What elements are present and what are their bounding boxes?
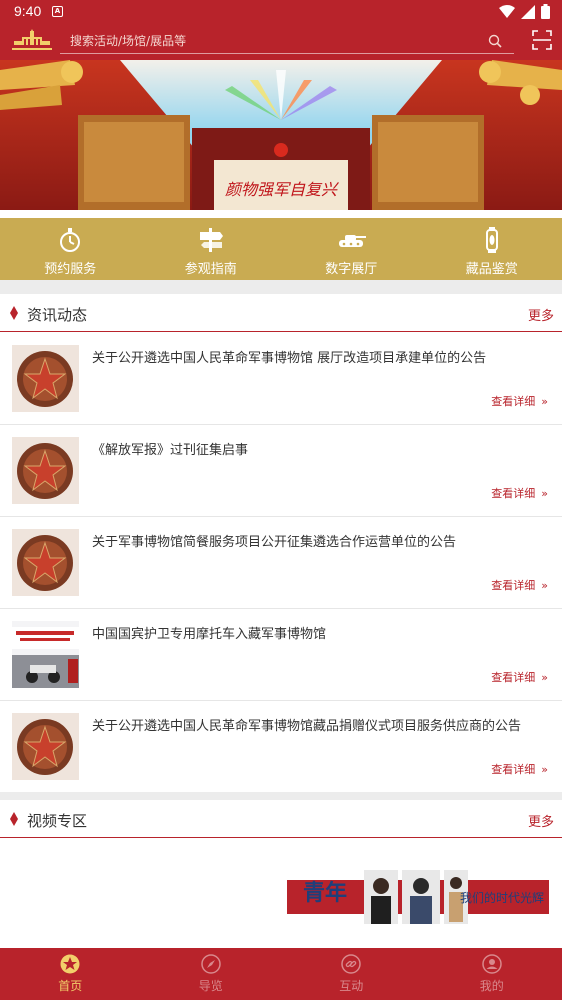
- news-thumbnail: [12, 621, 79, 688]
- news-title: 关于公开遴选中国人民革命军事博物馆藏品捐赠仪式项目服务供应商的公告: [92, 719, 522, 734]
- news-detail-label: 查看详细: [491, 671, 536, 684]
- chevron-right-icon: »: [541, 579, 548, 592]
- video-right-text: 我们的时代光辉: [460, 890, 544, 905]
- tab-guide[interactable]: 导览: [141, 948, 282, 1000]
- news-detail-label: 查看详细: [491, 763, 536, 776]
- video-area: 青年 我们的时代光辉: [0, 838, 562, 948]
- star-icon: [60, 954, 80, 974]
- news-item[interactable]: 《解放军报》过刊征集启事 查看详细 »: [0, 425, 562, 517]
- news-item[interactable]: 关于公开遴选中国人民革命军事博物馆藏品捐赠仪式项目服务供应商的公告 查看详细 »: [0, 701, 562, 793]
- chevron-right-icon: »: [541, 671, 548, 684]
- quick-nav-label: 预约服务: [44, 262, 97, 277]
- chevron-right-icon: »: [541, 487, 548, 500]
- news-thumbnail: [12, 529, 79, 596]
- news-detail-link[interactable]: 查看详细 »: [491, 577, 548, 593]
- signpost-icon: [199, 228, 223, 252]
- search-icon[interactable]: [488, 34, 502, 48]
- news-detail-link[interactable]: 查看详细 »: [491, 485, 548, 501]
- news-detail-label: 查看详细: [491, 487, 536, 500]
- stopwatch-icon: [60, 228, 81, 252]
- user-icon: [482, 954, 502, 974]
- quick-nav-reservation[interactable]: 预约服务: [0, 218, 141, 280]
- chevron-right-icon: »: [541, 395, 548, 408]
- wifi-icon: [499, 4, 515, 18]
- video-more-link[interactable]: 更多: [528, 811, 554, 830]
- divider: [0, 331, 562, 332]
- tab-interact[interactable]: 互动: [281, 948, 422, 1000]
- army-emblem-icon: [12, 437, 79, 504]
- diamond-icon: [10, 306, 18, 320]
- video-left-text: 青年: [303, 880, 347, 906]
- status-bar: 9:40 A: [0, 0, 562, 24]
- news-title: 《解放军报》过刊征集启事: [92, 443, 249, 458]
- news-detail-link[interactable]: 查看详细 »: [491, 761, 548, 777]
- video-thumbnail[interactable]: 青年 我们的时代光辉: [287, 868, 549, 926]
- quick-nav: 预约服务 参观指南 数字展厅 藏品鉴赏: [0, 218, 562, 280]
- tab-label: 我的: [479, 979, 504, 993]
- news-list: 关于公开遴选中国人民革命军事博物馆 展厅改造项目承建单位的公告 查看详细 » 《解…: [0, 333, 562, 793]
- app-header: [0, 24, 562, 60]
- news-detail-label: 查看详细: [491, 395, 536, 408]
- news-title: 关于军事博物馆简餐服务项目公开征集遴选合作运营单位的公告: [92, 535, 457, 550]
- video-section-header: 视频专区 更多: [0, 800, 562, 838]
- banner-image: 颜物强军自复兴: [0, 60, 562, 210]
- quick-nav-label: 藏品鉴赏: [465, 262, 518, 277]
- tab-home[interactable]: 首页: [0, 948, 141, 1000]
- section-gap: [0, 792, 562, 800]
- status-time: 9:40: [14, 3, 42, 19]
- news-detail-link[interactable]: 查看详细 »: [491, 393, 548, 409]
- quick-nav-digital-hall[interactable]: 数字展厅: [281, 218, 422, 280]
- scan-icon[interactable]: [532, 30, 552, 50]
- news-thumbnail: [12, 437, 79, 504]
- hero-banner[interactable]: 颜物强军自复兴: [0, 60, 562, 210]
- section-gap: [0, 280, 562, 294]
- quick-nav-label: 参观指南: [184, 262, 237, 277]
- news-title: 关于公开遴选中国人民革命军事博物馆 展厅改造项目承建单位的公告: [92, 351, 487, 366]
- video-section-title: 视频专区: [27, 812, 88, 830]
- army-emblem-icon: [12, 713, 79, 780]
- news-title: 中国国宾护卫专用摩托车入藏军事博物馆: [92, 627, 327, 642]
- tab-profile[interactable]: 我的: [422, 948, 562, 1000]
- news-thumbnail: [12, 345, 79, 412]
- army-emblem-icon: [12, 529, 79, 596]
- search-bar[interactable]: [60, 28, 514, 54]
- chevron-right-icon: »: [541, 763, 548, 776]
- banner-caption: 颜物强军自复兴: [225, 180, 340, 199]
- quick-nav-collection[interactable]: 藏品鉴赏: [422, 218, 562, 280]
- notification-icon: A: [52, 6, 63, 17]
- news-section-header: 资讯动态 更多: [0, 294, 562, 332]
- tab-label: 互动: [339, 979, 364, 993]
- news-item[interactable]: 关于军事博物馆简餐服务项目公开征集遴选合作运营单位的公告 查看详细 »: [0, 517, 562, 609]
- motorcycle-photo: [12, 621, 79, 688]
- bottom-tab-bar: 首页 导览 互动 我的: [0, 948, 562, 1000]
- top-bar: 9:40 A: [0, 0, 562, 60]
- tab-label: 首页: [58, 979, 83, 993]
- signal-icon: [521, 4, 535, 19]
- system-icons: [499, 4, 550, 19]
- quick-nav-label: 数字展厅: [325, 262, 378, 277]
- search-input[interactable]: [70, 30, 470, 52]
- news-item[interactable]: 中国国宾护卫专用摩托车入藏军事博物馆 查看详细 »: [0, 609, 562, 701]
- diamond-icon: [10, 812, 18, 826]
- tank-icon: [339, 235, 367, 247]
- quick-nav-guide[interactable]: 参观指南: [141, 218, 282, 280]
- news-item[interactable]: 关于公开遴选中国人民革命军事博物馆 展厅改造项目承建单位的公告 查看详细 »: [0, 333, 562, 425]
- lantern-icon: [485, 227, 498, 253]
- news-detail-link[interactable]: 查看详细 »: [491, 669, 548, 685]
- news-detail-label: 查看详细: [491, 579, 536, 592]
- army-emblem-icon: [12, 345, 79, 412]
- museum-logo-icon[interactable]: [12, 29, 52, 53]
- news-thumbnail: [12, 713, 79, 780]
- compass-icon: [201, 954, 221, 974]
- link-icon: [341, 954, 361, 974]
- news-section-title: 资讯动态: [27, 306, 88, 324]
- news-more-link[interactable]: 更多: [528, 305, 554, 324]
- tab-label: 导览: [198, 979, 223, 993]
- battery-icon: [541, 4, 550, 19]
